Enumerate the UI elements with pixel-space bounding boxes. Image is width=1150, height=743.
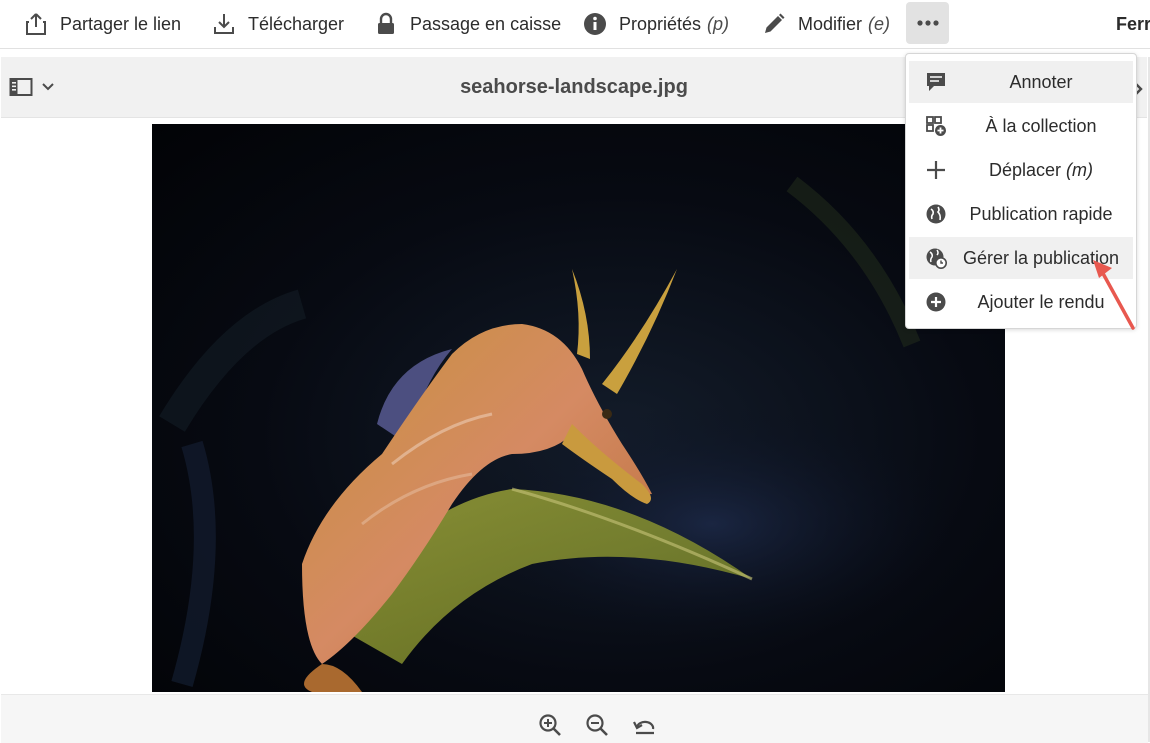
menu-item-label: À la collection — [985, 115, 1097, 136]
checkout-button[interactable]: Passage en caisse — [374, 0, 561, 48]
download-label: Télécharger — [248, 13, 345, 34]
menu-item-to-collection[interactable]: À la collection — [909, 105, 1133, 147]
properties-hotkey: (p) — [707, 13, 730, 34]
globe-clock-icon — [926, 248, 947, 269]
download-button[interactable]: Télécharger — [212, 0, 344, 48]
share-icon — [26, 13, 46, 35]
move-icon — [927, 161, 945, 179]
more-actions-button[interactable] — [906, 2, 949, 44]
menu-item-move[interactable]: Déplacer (m) — [909, 149, 1133, 191]
asset-preview-image — [152, 124, 1005, 692]
zoom-out-icon[interactable] — [585, 713, 609, 737]
action-bar: Partager le lien Télécharger Passage en … — [0, 0, 1150, 49]
seahorse-image — [159, 176, 952, 692]
edit-hotkey: (e) — [868, 13, 891, 34]
share-link-label: Partager le lien — [60, 13, 182, 34]
menu-item-label: Annoter — [1009, 71, 1073, 92]
menu-item-label: Publication rapide — [969, 203, 1113, 224]
menu-item-label: Déplacer (m) — [988, 159, 1094, 180]
globe-icon — [926, 204, 946, 224]
edit-button[interactable]: Modifier (e) — [762, 0, 890, 48]
annotation-arrow — [1093, 260, 1135, 330]
add-circle-icon — [926, 292, 946, 312]
more-icon — [916, 20, 939, 26]
close-button[interactable]: Ferr — [1116, 0, 1150, 48]
menu-item-annotate[interactable]: Annoter — [909, 61, 1133, 103]
download-icon — [214, 14, 234, 34]
zoom-toolbar — [1, 694, 1148, 743]
pencil-icon — [765, 13, 785, 33]
properties-button[interactable]: Propriétés (p) — [583, 0, 729, 48]
reset-zoom-icon[interactable] — [633, 713, 657, 737]
properties-label: Propriétés — [619, 13, 702, 34]
checkout-label: Passage en caisse — [410, 13, 562, 34]
edit-label: Modifier — [798, 13, 863, 34]
zoom-in-icon[interactable] — [538, 713, 562, 737]
comment-icon — [927, 73, 945, 91]
menu-item-quick-publish[interactable]: Publication rapide — [909, 193, 1133, 235]
lock-icon — [378, 12, 394, 34]
share-link-button[interactable]: Partager le lien — [24, 0, 181, 48]
info-icon — [584, 13, 606, 35]
move-hotkey: (m) — [1066, 159, 1094, 180]
collection-add-icon — [926, 116, 946, 136]
